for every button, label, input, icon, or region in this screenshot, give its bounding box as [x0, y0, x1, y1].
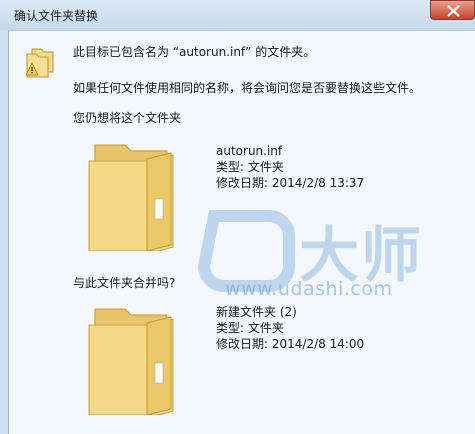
target-folder-type: 类型: 文件夹 [216, 160, 284, 174]
source-folder-info: 新建文件夹 (2) 类型: 文件夹 修改日期: 2014/2/8 14:00 [216, 304, 364, 352]
source-folder-modified: 修改日期: 2014/2/8 14:00 [216, 337, 365, 351]
watermark-url: www.udashi.com [225, 278, 393, 300]
warning-folder-icon [25, 48, 54, 78]
merge-question: 与此文件夹合并吗? [73, 276, 176, 290]
dialog-body: 此目标已包含名为 “autorun.inf” 的文件夹。 如果任何文件使用相同的… [8, 30, 475, 434]
title-bar: 确认文件夹替换 [0, 0, 475, 30]
target-folder-modified: 修改日期: 2014/2/8 13:37 [216, 176, 365, 190]
folder-icon[interactable] [87, 139, 179, 251]
target-folder-info: autorun.inf 类型: 文件夹 修改日期: 2014/2/8 13:37 [216, 143, 364, 191]
dialog-prompt: 您仍想将这个文件夹 [73, 111, 182, 125]
dialog-message: 此目标已包含名为 “autorun.inf” 的文件夹。 [73, 45, 316, 59]
folder-icon[interactable] [87, 303, 179, 415]
window-title: 确认文件夹替换 [14, 9, 99, 23]
source-folder-name: 新建文件夹 (2) [216, 305, 297, 319]
source-folder-type: 类型: 文件夹 [216, 321, 284, 335]
dialog-explanation: 如果任何文件使用相同的名称，将会询问您是否要替换这些文件。 [73, 81, 422, 95]
close-icon [447, 5, 460, 17]
close-button[interactable] [430, 0, 475, 20]
target-folder-name: autorun.inf [216, 144, 283, 158]
